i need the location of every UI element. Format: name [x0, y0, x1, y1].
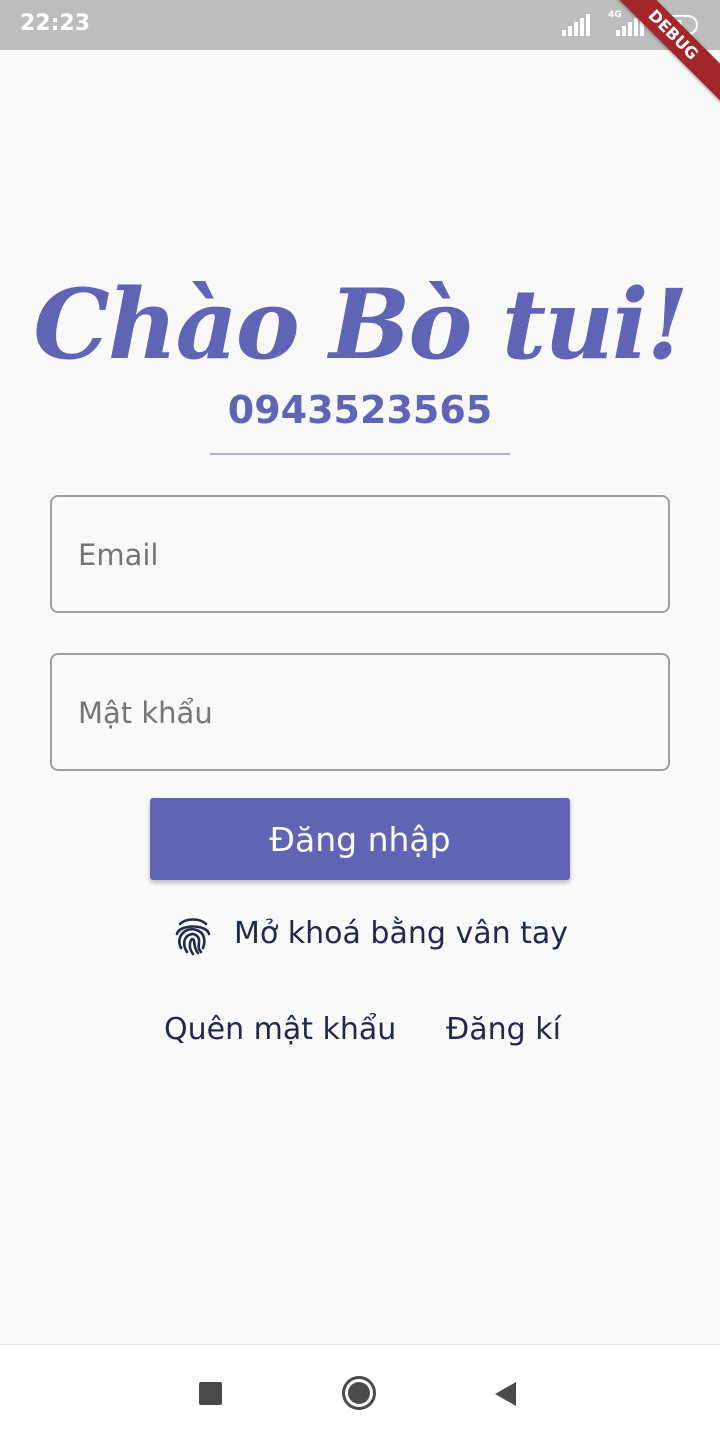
phone-number: 0943523565 — [227, 388, 493, 432]
email-input[interactable] — [76, 497, 650, 613]
recents-square-icon[interactable] — [199, 1382, 222, 1405]
forgot-password-link[interactable]: Quên mật khẩu — [164, 1012, 396, 1047]
register-link[interactable]: Đăng kí — [446, 1012, 561, 1047]
email-field[interactable] — [50, 495, 670, 613]
navigation-bar — [0, 1344, 720, 1441]
fingerprint-label: Mở khoá bằng vân tay — [234, 916, 569, 951]
login-button[interactable]: Đăng nhập — [150, 798, 570, 880]
signal-icon — [562, 14, 590, 36]
fingerprint-icon — [175, 918, 211, 956]
password-field[interactable] — [50, 653, 670, 771]
greeting-title: Chào Bò tui! — [33, 268, 688, 381]
password-input[interactable] — [76, 655, 650, 771]
back-triangle-icon[interactable] — [492, 1380, 520, 1408]
home-circle-icon[interactable] — [341, 1375, 377, 1411]
status-time: 22:23 — [20, 11, 91, 36]
phone-divider — [210, 453, 510, 455]
status-bar: 22:23 4G 61 — [0, 0, 720, 50]
